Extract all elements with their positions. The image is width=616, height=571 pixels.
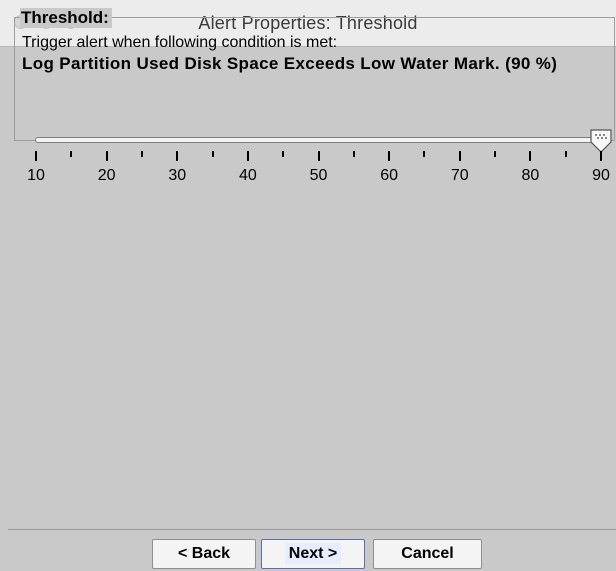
slider-tick-label: 50 — [309, 167, 328, 184]
slider-tick-label: 40 — [238, 167, 257, 184]
slider-tick — [494, 151, 497, 157]
slider-tick — [423, 151, 426, 157]
slider-tick-label: 30 — [168, 167, 187, 184]
slider-tick — [458, 151, 461, 161]
bottom-divider — [8, 529, 616, 530]
slider-tick-label: 20 — [97, 167, 116, 184]
slider-tick — [600, 151, 602, 161]
slider-tick — [70, 151, 73, 157]
instruction-text: Trigger alert when following condition i… — [22, 34, 338, 51]
condition-text: Log Partition Used Disk Space Exceeds Lo… — [22, 54, 558, 73]
next-button-label: Next > — [284, 543, 342, 564]
slider-tick — [176, 151, 179, 161]
slider-tick — [105, 151, 108, 161]
back-button[interactable]: < Back — [152, 539, 256, 569]
slider-tick — [564, 151, 567, 157]
slider-tick — [211, 151, 214, 157]
slider-tick — [317, 151, 320, 161]
next-button[interactable]: Next > — [261, 539, 365, 569]
slider-track[interactable] — [35, 137, 601, 143]
slider-tick — [35, 151, 37, 161]
slider-tick-label: 60 — [380, 167, 399, 184]
slider-tick-label: 10 — [27, 167, 45, 184]
slider-tick-label: 70 — [450, 167, 469, 184]
slider-tick — [282, 151, 285, 157]
slider-tick — [246, 151, 249, 161]
slider-tick-label: 80 — [521, 167, 540, 184]
slider-tick — [388, 151, 391, 161]
slider-tick — [529, 151, 532, 161]
slider-tick — [140, 151, 143, 157]
slider-tick-label: 90 — [592, 167, 610, 184]
threshold-legend: Threshold: — [20, 8, 112, 28]
slider-tick — [352, 151, 355, 157]
cancel-button[interactable]: Cancel — [373, 539, 482, 569]
